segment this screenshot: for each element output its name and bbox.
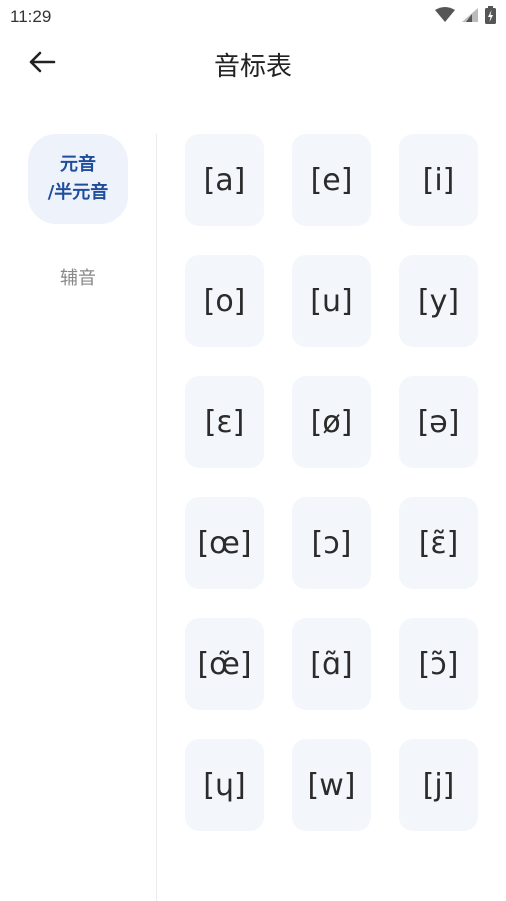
symbol-tile[interactable]: [ɛ̃] <box>399 497 478 589</box>
battery-charging-icon <box>485 6 496 24</box>
symbol-tile[interactable]: [ɔ̃] <box>399 618 478 710</box>
symbol-tile[interactable]: [a] <box>185 134 264 226</box>
symbol-tile[interactable]: [ə] <box>399 376 478 468</box>
sidebar-item-consonants[interactable]: 辅音 <box>28 264 128 294</box>
symbol-tile[interactable]: [u] <box>292 255 371 347</box>
symbol-tile[interactable]: [o] <box>185 255 264 347</box>
wifi-icon <box>435 7 455 23</box>
sidebar-item-label: 辅音 <box>60 268 96 289</box>
symbol-tile[interactable]: [w] <box>292 739 371 831</box>
cellular-signal-icon <box>461 7 479 23</box>
sidebar-item-vowels[interactable]: 元音 /半元音 <box>28 134 128 224</box>
sidebar-item-label-line2: /半元音 <box>47 182 109 203</box>
symbol-tile[interactable]: [ɛ] <box>185 376 264 468</box>
sidebar-item-label-line1: 元音 <box>60 154 96 175</box>
status-time: 11:29 <box>10 7 52 26</box>
symbol-tile[interactable]: [e] <box>292 134 371 226</box>
status-icons <box>435 6 496 24</box>
phonetic-symbol-grid: [a] [e] [i] [o] [u] [y] [ɛ] [ø] [ə] [œ] … <box>185 134 479 831</box>
symbol-tile[interactable]: [j] <box>399 739 478 831</box>
page-title: 音标表 <box>213 52 292 82</box>
symbol-tile[interactable]: [y] <box>399 255 478 347</box>
category-sidebar: 元音 /半元音 辅音 <box>0 134 157 901</box>
symbol-tile[interactable]: [ø] <box>292 376 371 468</box>
symbol-tile[interactable]: [œ̃] <box>185 618 264 710</box>
app-header: 音标表 <box>0 34 506 94</box>
symbol-tile[interactable]: [i] <box>399 134 478 226</box>
status-bar: 11:29 <box>0 0 506 34</box>
symbol-tile[interactable]: [ɔ] <box>292 497 371 589</box>
symbol-tile[interactable]: [œ] <box>185 497 264 589</box>
symbol-tile[interactable]: [ɑ̃] <box>292 618 371 710</box>
symbol-tile[interactable]: [ɥ] <box>185 739 264 831</box>
